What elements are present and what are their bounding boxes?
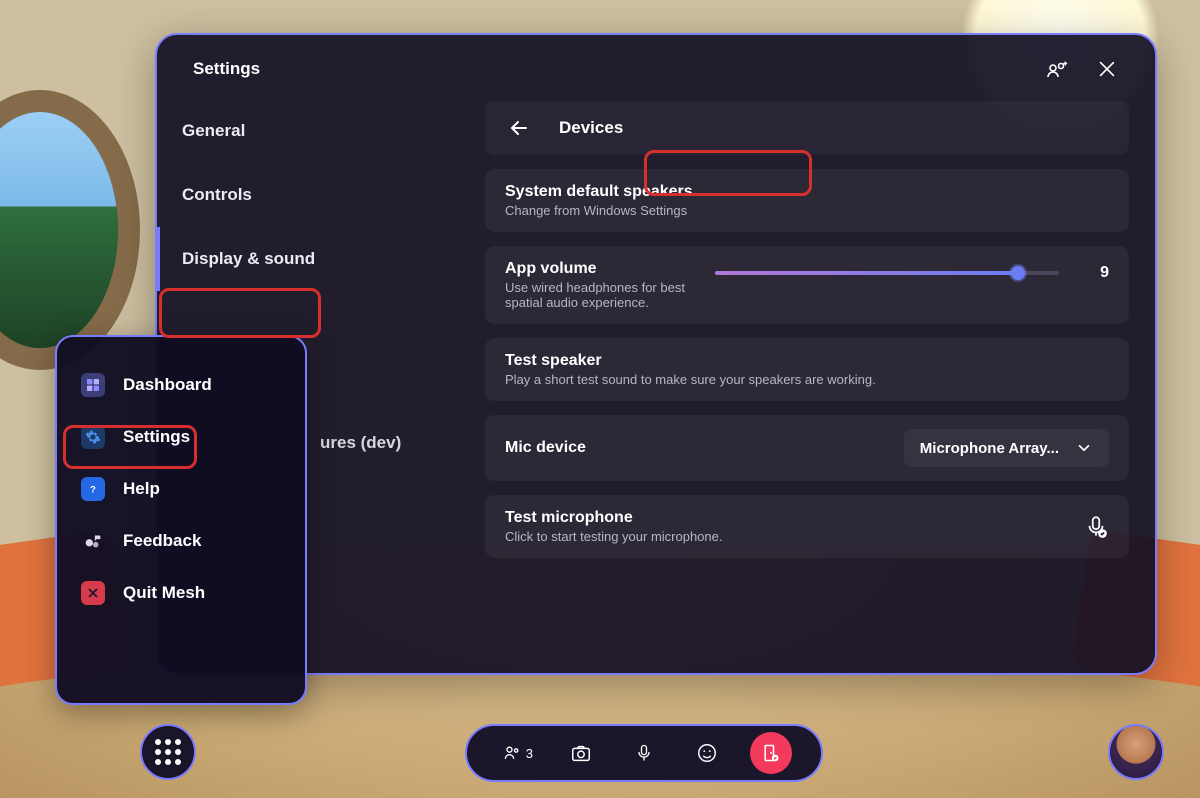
leave-button[interactable] <box>750 732 792 774</box>
volume-value: 9 <box>1089 264 1109 282</box>
svg-text:?: ? <box>90 485 96 495</box>
menu-item-dashboard[interactable]: Dashboard <box>67 359 295 411</box>
sidebar-item-general[interactable]: General <box>157 99 485 163</box>
close-icon[interactable] <box>1095 57 1119 81</box>
menu-label: Settings <box>123 427 190 447</box>
dashboard-icon <box>81 373 105 397</box>
participants-count: 3 <box>526 746 533 761</box>
grid-icon <box>155 739 181 765</box>
back-arrow-icon[interactable] <box>507 116 531 140</box>
menu-label: Help <box>123 479 160 499</box>
volume-subtitle: Use wired headphones for best spatial au… <box>505 280 685 310</box>
mic-device-dropdown[interactable]: Microphone Array... <box>904 429 1109 467</box>
app-grid-button[interactable] <box>140 724 196 780</box>
sidebar-item-display-sound[interactable]: Display & sound <box>157 227 485 291</box>
chevron-down-icon <box>1075 439 1093 457</box>
card-test-speaker[interactable]: Test speaker Play a short test sound to … <box>485 338 1129 401</box>
sidebar-item-controls[interactable]: Controls <box>157 163 485 227</box>
people-icon[interactable] <box>1045 57 1069 81</box>
microphone-button[interactable] <box>623 732 665 774</box>
camera-button[interactable] <box>560 732 602 774</box>
bottom-toolbar: 3 <box>465 724 823 782</box>
volume-slider[interactable] <box>715 271 1059 275</box>
menu-label: Quit Mesh <box>123 583 205 603</box>
menu-item-feedback[interactable]: Feedback <box>67 515 295 567</box>
card-app-volume: App volume Use wired headphones for best… <box>485 246 1129 324</box>
volume-title: App volume <box>505 260 685 278</box>
test-speaker-subtitle: Play a short test sound to make sure you… <box>505 372 1109 387</box>
test-mic-title: Test microphone <box>505 509 722 527</box>
feedback-icon <box>81 529 105 553</box>
card-test-microphone[interactable]: Test microphone Click to start testing y… <box>485 495 1129 558</box>
microphone-check-icon <box>1083 514 1109 540</box>
settings-header-actions <box>1045 57 1119 81</box>
devices-title: Devices <box>559 118 623 138</box>
menu-label: Feedback <box>123 531 201 551</box>
mic-device-selected: Microphone Array... <box>920 440 1059 457</box>
user-avatar[interactable] <box>1108 724 1164 780</box>
speakers-subtitle: Change from Windows Settings <box>505 203 1109 218</box>
settings-title: Settings <box>193 59 260 79</box>
main-menu-panel: Dashboard Settings ? Help Feedback Quit … <box>55 335 307 705</box>
menu-item-settings[interactable]: Settings <box>67 411 295 463</box>
menu-item-help[interactable]: ? Help <box>67 463 295 515</box>
gear-icon <box>81 425 105 449</box>
help-icon: ? <box>81 477 105 501</box>
mic-device-title: Mic device <box>505 439 586 457</box>
close-icon <box>81 581 105 605</box>
card-system-default-speakers[interactable]: System default speakers Change from Wind… <box>485 169 1129 232</box>
menu-label: Dashboard <box>123 375 212 395</box>
participants-button[interactable]: 3 <box>496 732 538 774</box>
devices-header-row: Devices <box>485 101 1129 155</box>
card-mic-device: Mic device Microphone Array... <box>485 415 1129 481</box>
test-mic-subtitle: Click to start testing your microphone. <box>505 529 722 544</box>
speakers-title: System default speakers <box>505 183 1109 201</box>
volume-slider-fill <box>715 271 1018 275</box>
settings-header: Settings <box>157 35 1155 91</box>
volume-slider-thumb[interactable] <box>1011 266 1025 280</box>
test-speaker-title: Test speaker <box>505 352 1109 370</box>
menu-item-quit[interactable]: Quit Mesh <box>67 567 295 619</box>
reactions-button[interactable] <box>686 732 728 774</box>
